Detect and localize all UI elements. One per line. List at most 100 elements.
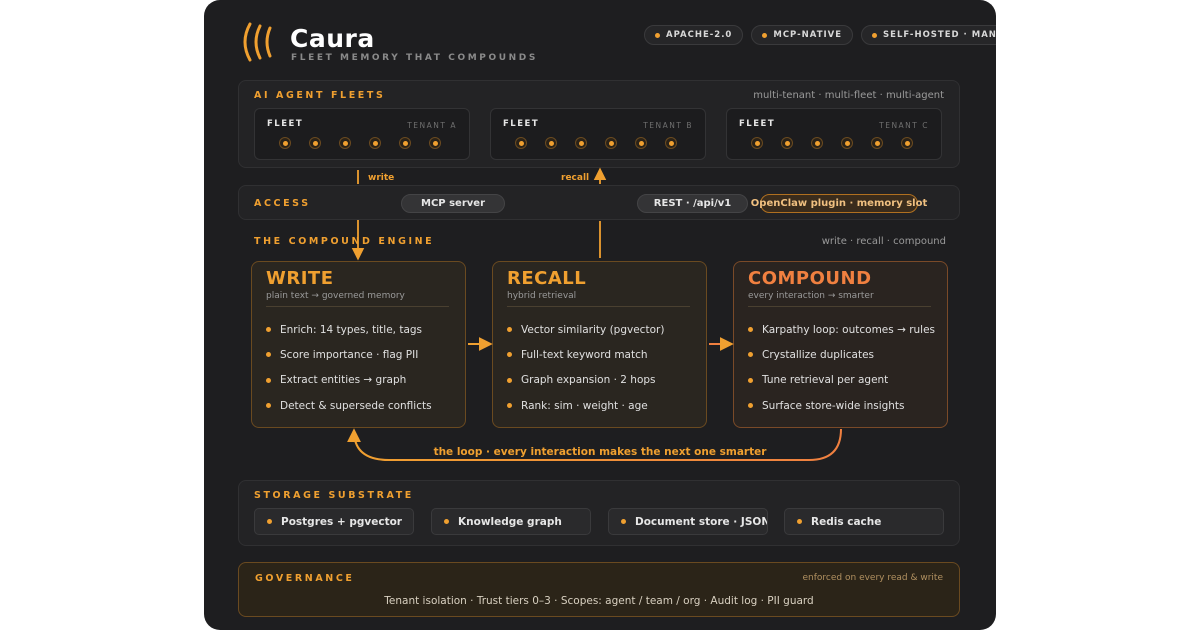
mcp-server-chip: MCP server	[401, 194, 505, 213]
card-list: Enrich: 14 types, title, tags Score impo…	[266, 317, 432, 418]
bullet-dot-icon	[621, 519, 626, 524]
compound-card: COMPOUND every interaction → smarter Kar…	[733, 261, 948, 428]
license-badge: APACHE-2.0	[644, 25, 744, 45]
write-card: WRITE plain text → governed memory Enric…	[251, 261, 466, 428]
fleet-tenant: TENANT B	[643, 121, 693, 130]
card-list: Vector similarity (pgvector) Full-text k…	[507, 317, 664, 418]
agent-node-icon	[545, 137, 557, 149]
agent-node-icon	[871, 137, 883, 149]
badge-row: APACHE-2.0 MCP-NATIVE SELF-HOSTED · MANA…	[644, 25, 996, 45]
governance-body: Tenant isolation · Trust tiers 0–3 · Sco…	[384, 595, 814, 607]
agent-node-icon	[399, 137, 411, 149]
fleet-label: FLEET	[267, 119, 304, 129]
fleet-card-b: FLEET TENANT B	[490, 108, 706, 160]
fleets-title: AI AGENT FLEETS	[254, 90, 386, 101]
bullet-dot-icon	[872, 32, 878, 38]
agent-node-icon	[369, 137, 381, 149]
list-item: Karpathy loop: outcomes → rules	[748, 317, 935, 342]
card-list: Karpathy loop: outcomes → rules Crystall…	[748, 317, 935, 418]
bullet-dot-icon	[507, 377, 512, 383]
agent-node-icon	[665, 137, 677, 149]
protocol-badge: MCP-NATIVE	[751, 25, 854, 45]
agent-row	[515, 137, 677, 149]
list-item: Graph expansion · 2 hops	[507, 368, 664, 393]
caura-logo	[243, 22, 272, 62]
agent-node-icon	[751, 137, 763, 149]
agent-node-icon	[901, 137, 913, 149]
bullet-dot-icon	[797, 519, 802, 524]
card-title: RECALL	[507, 268, 587, 289]
agent-node-icon	[429, 137, 441, 149]
fleets-note: multi-tenant · multi-fleet · multi-agent	[753, 90, 944, 101]
list-item: Extract entities → graph	[266, 368, 432, 393]
bullet-dot-icon	[655, 32, 660, 38]
bullet-dot-icon	[748, 352, 753, 358]
bullet-dot-icon	[748, 327, 753, 333]
fleet-card-a: FLEET TENANT A	[254, 108, 470, 160]
bullet-dot-icon	[507, 403, 512, 409]
divider	[507, 306, 690, 307]
loop-label: the loop · every interaction makes the n…	[433, 446, 767, 458]
fleet-card-c: FLEET TENANT C	[726, 108, 942, 160]
brand-name: Caura	[290, 24, 375, 53]
storage-chip: Postgres + pgvector	[254, 508, 414, 535]
bullet-dot-icon	[266, 403, 271, 409]
fleet-label: FLEET	[503, 119, 540, 129]
openclaw-plugin-chip: OpenClaw plugin · memory slot	[751, 194, 927, 213]
card-subtitle: hybrid retrieval	[507, 291, 577, 301]
agent-node-icon	[575, 137, 587, 149]
storage-chip: Redis cache	[784, 508, 944, 535]
list-item: Full-text keyword match	[507, 342, 664, 367]
bullet-dot-icon	[762, 32, 768, 38]
hosting-badge: SELF-HOSTED · MANAGED	[861, 25, 996, 45]
storage-chip: Knowledge graph	[431, 508, 591, 535]
governance-note: enforced on every read & write	[802, 573, 943, 583]
card-title: WRITE	[266, 268, 334, 289]
rest-api-chip: REST · /api/v1	[637, 194, 748, 213]
list-item: Surface store-wide insights	[748, 393, 935, 418]
bullet-dot-icon	[266, 327, 271, 333]
agent-node-icon	[515, 137, 527, 149]
list-item: Crystallize duplicates	[748, 342, 935, 367]
bullet-dot-icon	[507, 352, 512, 358]
fleet-label: FLEET	[739, 119, 776, 129]
list-item: Enrich: 14 types, title, tags	[266, 317, 432, 342]
card-title: COMPOUND	[748, 268, 872, 289]
list-item: Tune retrieval per agent	[748, 368, 935, 393]
list-item: Detect & supersede conflicts	[266, 393, 432, 418]
agent-node-icon	[635, 137, 647, 149]
list-item: Vector similarity (pgvector)	[507, 317, 664, 342]
governance-title: GOVERNANCE	[255, 573, 355, 584]
bullet-dot-icon	[507, 327, 512, 333]
card-subtitle: every interaction → smarter	[748, 291, 874, 301]
list-item: Score importance · flag PII	[266, 342, 432, 367]
agent-row	[279, 137, 441, 149]
bullet-dot-icon	[444, 519, 449, 524]
bullet-dot-icon	[748, 403, 753, 409]
storage-title: STORAGE SUBSTRATE	[254, 490, 414, 501]
bullet-dot-icon	[266, 352, 271, 358]
bullet-dot-icon	[748, 377, 753, 383]
agent-node-icon	[841, 137, 853, 149]
agent-node-icon	[279, 137, 291, 149]
engine-note: write · recall · compound	[821, 236, 946, 247]
write-flow-label: write	[368, 173, 395, 183]
list-item: Rank: sim · weight · age	[507, 393, 664, 418]
governance-panel: GOVERNANCE enforced on every read & writ…	[238, 562, 960, 617]
bullet-dot-icon	[266, 377, 271, 383]
agent-row	[751, 137, 913, 149]
agent-node-icon	[811, 137, 823, 149]
divider	[266, 306, 449, 307]
card-subtitle: plain text → governed memory	[266, 291, 405, 301]
access-title: ACCESS	[254, 198, 311, 209]
agent-node-icon	[339, 137, 351, 149]
agent-node-icon	[781, 137, 793, 149]
bullet-dot-icon	[267, 519, 272, 524]
fleet-tenant: TENANT A	[407, 121, 457, 130]
storage-chip: Document store · JSONB	[608, 508, 768, 535]
divider	[748, 306, 931, 307]
recall-card: RECALL hybrid retrieval Vector similarit…	[492, 261, 707, 428]
diagram-frame: Caura FLEET MEMORY THAT COMPOUNDS APACHE…	[204, 0, 996, 630]
engine-title: THE COMPOUND ENGINE	[254, 236, 435, 247]
fleet-tenant: TENANT C	[879, 121, 929, 130]
